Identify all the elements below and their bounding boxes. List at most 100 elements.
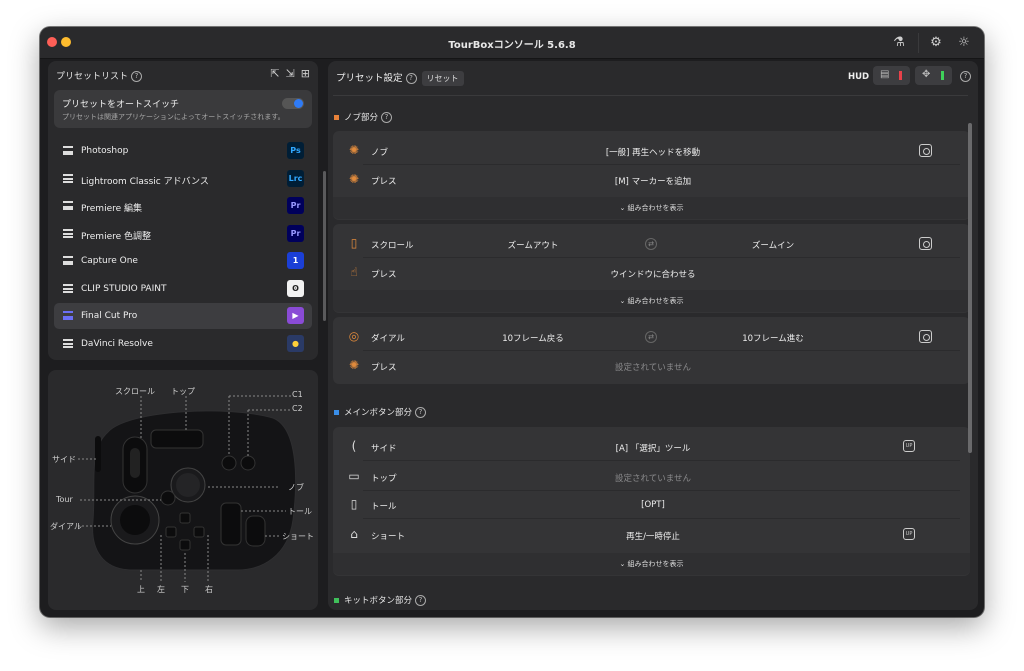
scroll-press-row[interactable]: ☝ プレス ウインドウに合わせる	[333, 259, 970, 287]
show-combos-label: 組み合わせを表示	[627, 297, 684, 305]
side-button-icon: (	[351, 439, 357, 453]
preset-item[interactable]: DaVinci Resolve ●	[54, 331, 312, 357]
settings-scrollbar[interactable]	[968, 123, 972, 453]
up-icon[interactable]: UP	[903, 528, 915, 540]
up-icon[interactable]: UP	[903, 440, 915, 452]
row-value: 再生/一時停止	[626, 532, 680, 542]
import-icon[interactable]: ⇲	[286, 67, 295, 80]
app-logo-icon: ▶	[287, 307, 304, 324]
drag-handle-icon[interactable]	[63, 173, 73, 183]
show-combos-button[interactable]: ⌄ 組み合わせを表示	[333, 553, 970, 575]
knob-press-icon: ✺	[348, 172, 360, 186]
help-icon[interactable]: ?	[405, 73, 417, 84]
label-tall: トール	[288, 507, 312, 516]
help-icon[interactable]: ?	[415, 407, 427, 418]
top-button-icon: ▭	[348, 469, 360, 483]
preset-name: Capture One	[81, 256, 138, 266]
app-window: TourBoxコンソール 5.6.8 ⚗ ⚙ ☼ プリセットリスト? ⇱ ⇲ ⊞…	[40, 27, 984, 617]
app-logo-icon: 1	[287, 252, 304, 269]
drag-handle-icon[interactable]	[63, 228, 73, 238]
drag-handle-icon[interactable]	[63, 311, 73, 320]
tall-row[interactable]: ▯ トール [OPT]	[333, 491, 970, 519]
row-label: プレス	[371, 363, 397, 373]
preset-item[interactable]: Capture One 1	[54, 248, 312, 274]
hud-label: HUD	[848, 72, 870, 82]
short-row[interactable]: ⌂ ショート 再生/一時停止 UP	[333, 521, 970, 549]
show-combos-button[interactable]: ⌄ 組み合わせを表示	[333, 290, 970, 312]
dial-press-row[interactable]: ✺ プレス 設定されていません	[333, 352, 970, 380]
gear-icon[interactable]: ⚙	[928, 35, 944, 51]
preset-item[interactable]: Photoshop Ps	[54, 138, 312, 164]
row-label: スクロール	[371, 241, 414, 251]
help-icon[interactable]: ?	[960, 71, 971, 82]
preset-item[interactable]: Final Cut Pro ▶	[54, 303, 312, 329]
knob-row[interactable]: ✺ ノブ [一般] 再生ヘッドを移動	[333, 137, 970, 165]
instagram-icon[interactable]	[919, 237, 932, 250]
row-value: [A] 「選択」ツール	[615, 444, 691, 454]
add-preset-icon[interactable]: ⊞	[301, 67, 310, 80]
label-scroll: スクロール	[115, 387, 155, 396]
preset-item[interactable]: Lightroom Classic アドバンス Lrc	[54, 166, 312, 192]
row-label: トール	[371, 502, 397, 512]
drag-handle-icon[interactable]	[63, 146, 73, 155]
auto-switch-box: プリセットをオートスイッチ プリセットは関連アプリケーションによってオートスイッ…	[54, 90, 312, 128]
knob-icon: ✺	[348, 143, 360, 157]
show-combos-button[interactable]: ⌄ 組み合わせを表示	[333, 197, 970, 219]
auto-switch-toggle[interactable]	[282, 98, 304, 109]
label-up: 上	[137, 585, 145, 594]
drag-handle-icon[interactable]	[63, 283, 73, 293]
export-icon[interactable]: ⇱	[270, 67, 279, 80]
preset-list-scrollbar[interactable]	[323, 171, 326, 321]
row-value: [OPT]	[641, 500, 665, 510]
drag-handle-icon[interactable]	[63, 256, 73, 265]
swap-icon[interactable]: ⇄	[645, 238, 657, 250]
title-bar: TourBoxコンソール 5.6.8 ⚗ ⚙ ☼	[40, 27, 984, 59]
label-top: トップ	[171, 387, 195, 396]
dial-row[interactable]: ◎ ダイアル 10フレーム戻る ⇄ 10フレーム進む	[333, 323, 970, 351]
auto-switch-desc: プリセットは関連アプリケーションによってオートスイッチされます。	[62, 113, 285, 121]
kit-section-label: キットボタン部分	[344, 596, 413, 606]
label-left: 左	[157, 585, 165, 594]
preset-item[interactable]: CLIP STUDIO PAINT ʘ	[54, 276, 312, 302]
instagram-icon[interactable]	[919, 144, 932, 157]
scroll-icon: ▯	[350, 236, 358, 250]
preset-item[interactable]: Premiere 色調整 Pr	[54, 221, 312, 247]
preset-name: Final Cut Pro	[81, 311, 138, 321]
help-icon[interactable]: ?	[131, 71, 143, 82]
hud-list-toggle[interactable]: ▤	[873, 66, 910, 85]
knob-press-row[interactable]: ✺ プレス [M] マーカーを追加	[333, 166, 970, 194]
side-row[interactable]: (サイド [A] 「選択」ツール UP	[333, 433, 970, 461]
help-icon[interactable]: ?	[415, 595, 427, 606]
row-label: ショート	[371, 532, 406, 542]
row-label: プレス	[371, 177, 397, 187]
drag-handle-icon[interactable]	[63, 201, 73, 210]
app-logo-icon: Lrc	[287, 169, 304, 187]
show-combos-label: 組み合わせを表示	[627, 204, 684, 212]
scroll-left-value: ズームアウト	[507, 241, 559, 251]
reset-button[interactable]: リセット	[421, 71, 464, 86]
preset-name: Premiere 色調整	[81, 231, 152, 242]
preset-name: Premiere 編集	[81, 204, 143, 214]
short-button-icon: ⌂	[350, 527, 358, 541]
drag-handle-icon[interactable]	[63, 338, 73, 348]
help-icon[interactable]: ?	[381, 112, 393, 123]
knob-section-title: ノブ部分?	[334, 111, 393, 123]
knob-card: ✺ ノブ [一般] 再生ヘッドを移動 ✺ プレス [M] マーカーを追加 ⌄ 組み合わせ…	[333, 131, 970, 220]
scroll-card: ▯ スクロール ズームアウト ⇄ ズームイン ☝ プレス ウインドウに合わせる ⌄ 組み合わ…	[333, 224, 970, 313]
top-row[interactable]: ▭ トップ 設定されていません	[333, 463, 970, 491]
dial-right-value: 10フレーム進む	[742, 334, 804, 344]
scroll-press-icon: ☝	[350, 265, 358, 279]
preset-settings-panel: プリセット設定? リセット HUD ▤ ✥ ? ノブ部分? ✺ ノブ [一般] 再生ヘ…	[328, 61, 978, 610]
scroll-row[interactable]: ▯ スクロール ズームアウト ⇄ ズームイン	[333, 230, 970, 258]
knob-section-label: ノブ部分	[344, 113, 379, 123]
flask-icon[interactable]: ⚗	[891, 35, 907, 51]
lightbulb-icon[interactable]: ☼	[956, 35, 972, 51]
instagram-icon[interactable]	[919, 330, 932, 343]
label-tour: Tour	[56, 495, 73, 504]
preset-list-header: プリセットリスト?	[56, 69, 143, 82]
swap-icon[interactable]: ⇄	[645, 331, 657, 343]
preset-item[interactable]: Premiere 編集 Pr	[54, 193, 312, 219]
hud-layout-toggle[interactable]: ✥	[915, 66, 952, 85]
row-label: ダイアル	[371, 334, 405, 344]
label-side: サイド	[52, 455, 76, 464]
